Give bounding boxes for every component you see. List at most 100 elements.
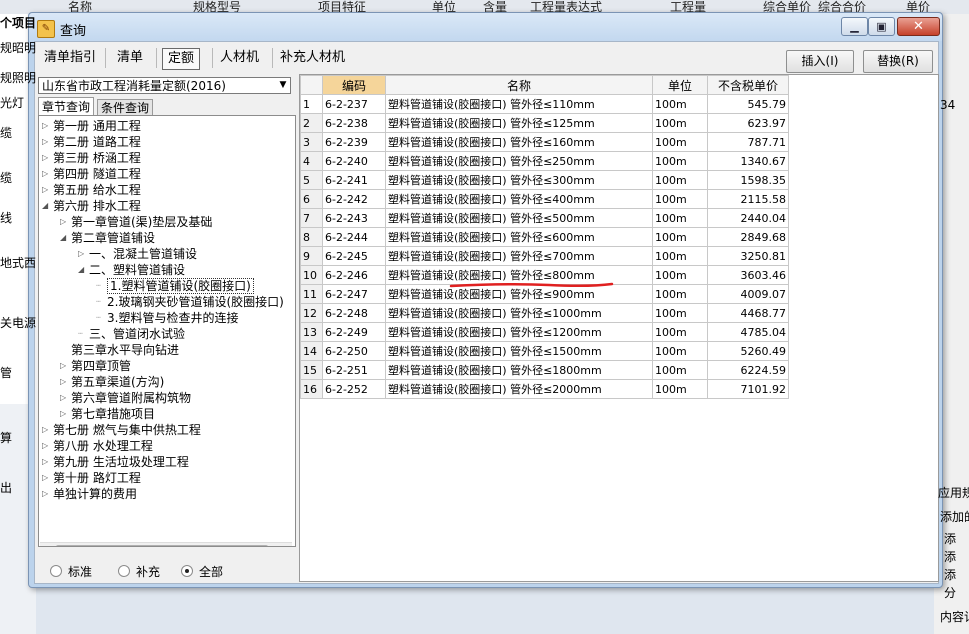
tree-item[interactable]: ▷ 第一册 通用工程 <box>42 118 141 134</box>
tree-item[interactable]: ▷ 第四章顶管 <box>60 358 131 374</box>
tree-item[interactable]: ┄ 3.塑料管与检查井的连接 <box>96 310 238 326</box>
minimize-button[interactable]: ▁ <box>841 17 868 36</box>
tree-horizontal-scrollbar[interactable]: ◀ ▶ <box>40 542 292 546</box>
tree-item[interactable]: ▷ 第六章管道附属构筑物 <box>60 390 191 406</box>
table-row[interactable]: 5 6-2-241 塑料管道铺设(胶圈接口) 管外径≤300mm 100m 1598.3… <box>300 170 789 190</box>
radio-option[interactable]: 补充 <box>118 563 160 580</box>
replace-button[interactable]: 替换(R) <box>863 50 933 73</box>
col-header-unit[interactable]: 单位 <box>652 75 708 95</box>
col-header-name[interactable]: 名称 <box>385 75 653 95</box>
close-button[interactable]: ✕ <box>897 17 940 36</box>
scroll-right-arrow-icon[interactable]: ▶ <box>278 545 290 546</box>
tab-bill[interactable]: 清单 <box>112 48 148 68</box>
tree-item[interactable]: ▷ 第九册 生活垃圾处理工程 <box>42 454 189 470</box>
tree-item[interactable]: ▷ 第五章渠道(方沟) <box>60 374 164 390</box>
quota-library-select[interactable]: 山东省市政工程消耗量定额(2016) ▼ <box>38 77 291 94</box>
tree-expand-icon[interactable]: ▷ <box>78 246 84 262</box>
tree-item-selected[interactable]: ┄ 1.塑料管道铺设(胶圈接口) <box>96 278 254 294</box>
tree-item[interactable]: ▷ 单独计算的费用 <box>42 486 137 502</box>
background-row-label: 算 <box>0 431 13 445</box>
tree-expand-icon[interactable]: ▷ <box>42 150 48 166</box>
tree-expand-icon[interactable]: ▷ <box>60 374 66 390</box>
background-row-label: 管 <box>0 366 13 380</box>
tree-expand-icon[interactable]: ▷ <box>42 182 48 198</box>
tree-item[interactable]: ▷ 第七章措施项目 <box>60 406 155 422</box>
dialog-title-bar[interactable]: ✎ 查询 ▁ ▣ ✕ <box>29 13 942 41</box>
row-code: 6-2-246 <box>322 265 386 285</box>
table-row[interactable]: 7 6-2-243 塑料管道铺设(胶圈接口) 管外径≤500mm 100m 2440.0… <box>300 208 789 228</box>
col-header-price[interactable]: 不含税单价 <box>707 75 789 95</box>
table-row[interactable]: 6 6-2-242 塑料管道铺设(胶圈接口) 管外径≤400mm 100m 2115.5… <box>300 189 789 209</box>
background-row-label: 关电源 <box>0 316 36 330</box>
tree-expand-icon[interactable]: ▷ <box>42 454 48 470</box>
radio-unchecked-icon[interactable] <box>50 565 62 577</box>
tree-item[interactable]: ▷ 第七册 燃气与集中供热工程 <box>42 422 201 438</box>
tree-expand-icon[interactable]: ▷ <box>42 438 48 454</box>
background-row-label: 规昭明 <box>0 41 36 55</box>
table-row[interactable]: 15 6-2-251 塑料管道铺设(胶圈接口) 管外径≤1800mm 100m 6224… <box>300 360 789 380</box>
radio-checked-icon[interactable] <box>181 565 193 577</box>
radio-unchecked-icon[interactable] <box>118 565 130 577</box>
tree-expand-icon[interactable]: ▷ <box>60 406 66 422</box>
tree-item[interactable]: ▷ 第八册 水处理工程 <box>42 438 153 454</box>
tree-collapse-icon[interactable]: ◢ <box>42 198 48 214</box>
chapter-tree[interactable]: ▷ 第一册 通用工程 ▷ 第二册 道路工程 ▷ 第三册 桥涵工程 ▷ 第四册 隧道工程 ▷ 第五册… <box>38 115 296 547</box>
tree-item-label: 第一册 通用工程 <box>53 119 141 133</box>
quota-table[interactable]: 编码 名称 单位 不含税单价 1 6-2-237 塑料管道铺设(胶圈接口) 管外径≤… <box>299 74 939 582</box>
table-row[interactable]: 14 6-2-250 塑料管道铺设(胶圈接口) 管外径≤1500mm 100m 5260… <box>300 341 789 361</box>
table-row[interactable]: 8 6-2-244 塑料管道铺设(胶圈接口) 管外径≤600mm 100m 2849.6… <box>300 227 789 247</box>
table-row[interactable]: 16 6-2-252 塑料管道铺设(胶圈接口) 管外径≤2000mm 100m 7101… <box>300 379 789 399</box>
tab-quota[interactable]: 定额 <box>162 48 201 70</box>
row-code: 6-2-237 <box>322 94 386 114</box>
table-row[interactable]: 9 6-2-245 塑料管道铺设(胶圈接口) 管外径≤700mm 100m 3250.8… <box>300 246 789 266</box>
tree-item[interactable]: ▷ 第五册 给水工程 <box>42 182 141 198</box>
tree-item[interactable]: ┄ 2.玻璃钢夹砂管道铺设(胶圈接口) <box>96 294 284 310</box>
tree-item[interactable]: ◢ 二、塑料管道铺设 <box>78 262 185 278</box>
insert-button[interactable]: 插入(I) <box>786 50 854 73</box>
tree-expand-icon[interactable]: ▷ <box>42 166 48 182</box>
tree-item[interactable]: 第三章水平导向钻进 <box>71 342 179 358</box>
radio-option[interactable]: 全部 <box>181 563 223 580</box>
tab-chapter-query[interactable]: 章节查询 <box>38 97 95 116</box>
col-header-index[interactable] <box>300 75 323 95</box>
row-index: 11 <box>300 284 323 304</box>
tree-item[interactable]: ▷ 第一章管道(渠)垫层及基础 <box>60 214 212 230</box>
row-index: 3 <box>300 132 323 152</box>
tab-condition-query[interactable]: 条件查询 <box>97 99 154 116</box>
tab-supplementary-lmm[interactable]: 补充人材机 <box>275 48 350 68</box>
tree-collapse-icon[interactable]: ◢ <box>60 230 66 246</box>
tree-expand-icon[interactable]: ▷ <box>42 118 48 134</box>
tree-item[interactable]: ▷ 一、混凝土管道铺设 <box>78 246 197 262</box>
tree-expand-icon[interactable]: ▷ <box>60 358 66 374</box>
tree-item[interactable]: ▷ 第四册 隧道工程 <box>42 166 141 182</box>
tree-item[interactable]: ▷ 第十册 路灯工程 <box>42 470 141 486</box>
tab-labor-material-machine[interactable]: 人材机 <box>215 48 264 68</box>
table-row[interactable]: 3 6-2-239 塑料管道铺设(胶圈接口) 管外径≤160mm 100m 787.71 <box>300 132 789 152</box>
tree-item[interactable]: ◢ 第二章管道铺设 <box>60 230 155 246</box>
tree-item[interactable]: ◢ 第六册 排水工程 <box>42 198 141 214</box>
tree-collapse-icon[interactable]: ◢ <box>78 262 84 278</box>
table-row[interactable]: 12 6-2-248 塑料管道铺设(胶圈接口) 管外径≤1000mm 100m 4468… <box>300 303 789 323</box>
table-row[interactable]: 4 6-2-240 塑料管道铺设(胶圈接口) 管外径≤250mm 100m 1340.6… <box>300 151 789 171</box>
tree-expand-icon[interactable]: ▷ <box>42 486 48 502</box>
tree-item[interactable]: ▷ 第二册 道路工程 <box>42 134 141 150</box>
row-index: 2 <box>300 113 323 133</box>
tree-expand-icon[interactable]: ▷ <box>60 390 66 406</box>
row-price: 6224.59 <box>707 360 789 380</box>
radio-option[interactable]: 标准 <box>50 563 92 580</box>
tree-expand-icon[interactable]: ▷ <box>42 422 48 438</box>
tree-item[interactable]: ▷ 第三册 桥涵工程 <box>42 150 141 166</box>
table-row[interactable]: 1 6-2-237 塑料管道铺设(胶圈接口) 管外径≤110mm 100m 545.79 <box>300 94 789 114</box>
col-header-code[interactable]: 编码 <box>322 75 386 95</box>
tree-expand-icon[interactable]: ▷ <box>60 214 66 230</box>
table-row[interactable]: 13 6-2-249 塑料管道铺设(胶圈接口) 管外径≤1200mm 100m 4785… <box>300 322 789 342</box>
scroll-left-arrow-icon[interactable]: ◀ <box>41 545 53 546</box>
tab-bill-guide[interactable]: 清单指引 <box>39 48 101 68</box>
tree-expand-icon[interactable]: ▷ <box>42 134 48 150</box>
dropdown-arrow-icon[interactable]: ▼ <box>276 78 290 93</box>
tree-expand-icon[interactable]: ▷ <box>42 470 48 486</box>
tree-item[interactable]: ┄ 三、管道闭水试验 <box>78 326 185 342</box>
maximize-button[interactable]: ▣ <box>868 17 895 36</box>
table-row[interactable]: 2 6-2-238 塑料管道铺设(胶圈接口) 管外径≤125mm 100m 623.97 <box>300 113 789 133</box>
scrollbar-thumb[interactable] <box>56 545 268 546</box>
